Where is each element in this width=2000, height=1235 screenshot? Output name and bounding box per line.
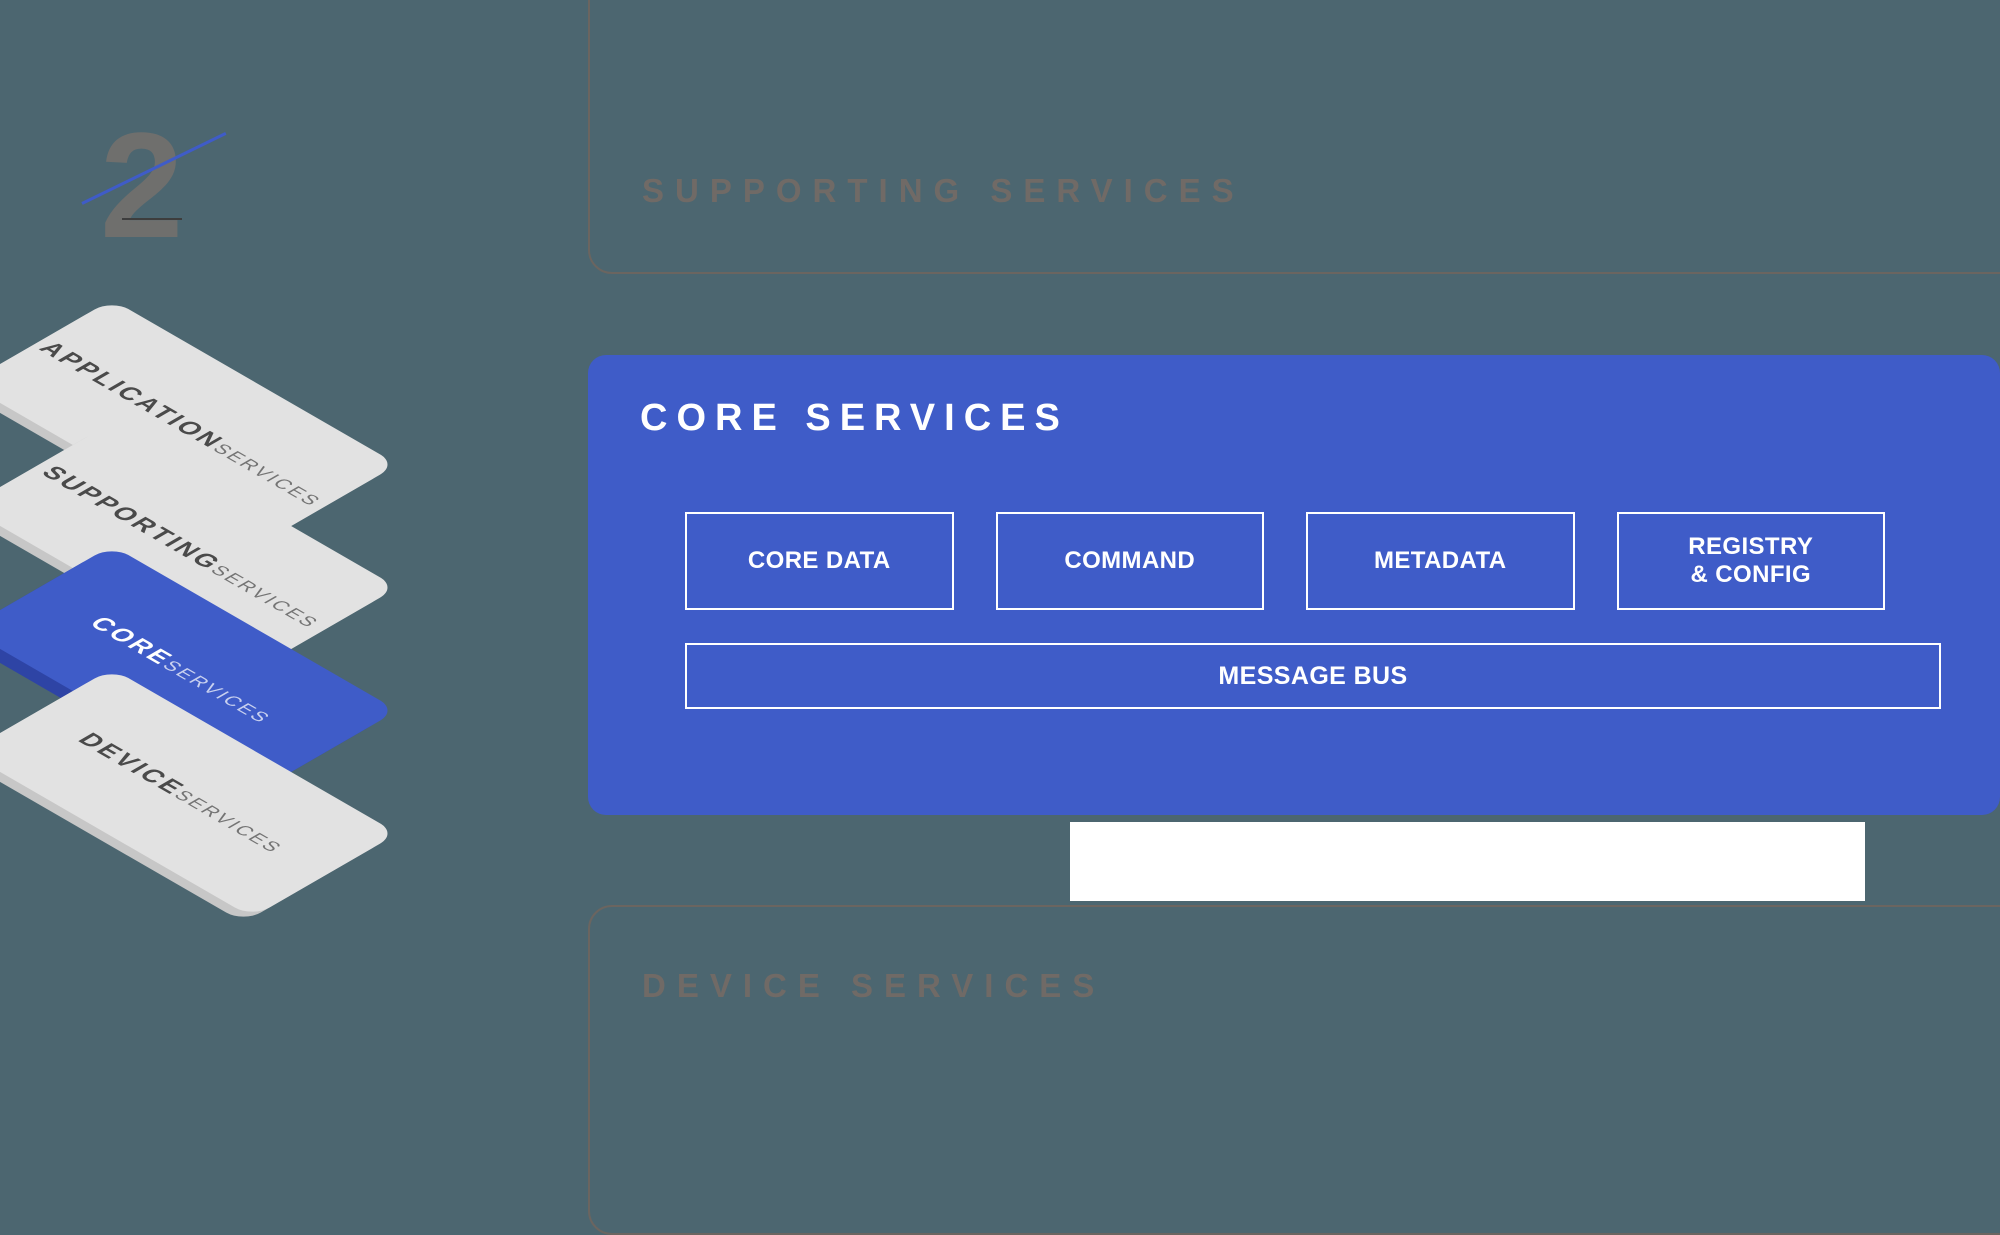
core-services-box-row: CORE DATA COMMAND METADATA REGISTRY & CO… (685, 512, 1885, 610)
message-bus-bar[interactable]: MESSAGE BUS (685, 643, 1941, 709)
step-number: 2 (100, 101, 184, 269)
core-service-box-command[interactable]: COMMAND (995, 512, 1264, 610)
core-service-box-core-data[interactable]: CORE DATA (685, 512, 954, 610)
device-services-title: DEVICE SERVICES (642, 967, 1106, 1004)
supporting-services-container: SUPPORTING SERVICES (588, 0, 2000, 274)
core-service-box-registry-config[interactable]: REGISTRY & CONFIG (1616, 512, 1885, 610)
core-service-box-metadata[interactable]: METADATA (1306, 512, 1575, 610)
step-tick-line (122, 218, 182, 220)
stack-layer-label-main: DEVICE (72, 729, 193, 799)
device-services-container: DEVICE SERVICES (588, 905, 2000, 1235)
stack-layer-label-main: CORE (83, 612, 181, 669)
white-divider-strip (1070, 822, 1865, 901)
supporting-services-title: SUPPORTING SERVICES (642, 172, 1245, 209)
stack-layer-label-sub: SERVICES (169, 787, 288, 856)
core-services-panel: CORE SERVICES CORE DATA COMMAND METADATA… (588, 355, 2000, 815)
core-services-title: CORE SERVICES (640, 397, 1069, 439)
isometric-layer-stack: APPLICATIONSERVICES SUPPORTINGSERVICES C… (0, 299, 422, 923)
step-indicator: 2 (81, 101, 300, 310)
